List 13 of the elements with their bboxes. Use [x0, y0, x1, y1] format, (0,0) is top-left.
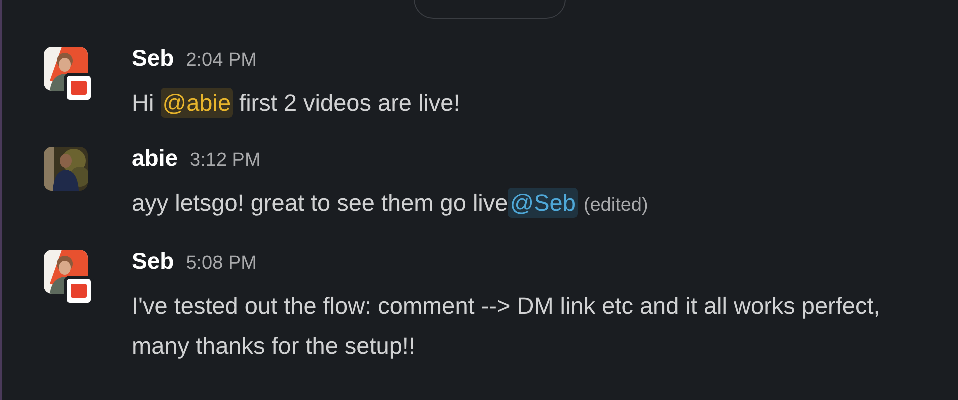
message-text: Hi @abie first 2 videos are live! [132, 87, 462, 120]
sender-name[interactable]: Seb [132, 45, 174, 72]
mention-link[interactable]: @Seb [508, 188, 578, 218]
timestamp[interactable]: 5:08 PM [186, 253, 257, 275]
sender-name[interactable]: abie [132, 145, 178, 172]
timestamp[interactable]: 2:04 PM [186, 50, 257, 72]
message-text: ayy letsgo! great to see them go live@Seb (edited) [132, 187, 650, 220]
badge-icon [64, 276, 94, 306]
sender-name[interactable]: Seb [132, 248, 174, 275]
message-text: I've tested out the flow: comment --> DM link etc and it all works perfect, many thanks for the setup!! [132, 292, 882, 361]
badge-icon [64, 73, 94, 103]
mention-link[interactable]: @abie [160, 88, 234, 118]
timestamp[interactable]: 3:12 PM [190, 150, 261, 172]
